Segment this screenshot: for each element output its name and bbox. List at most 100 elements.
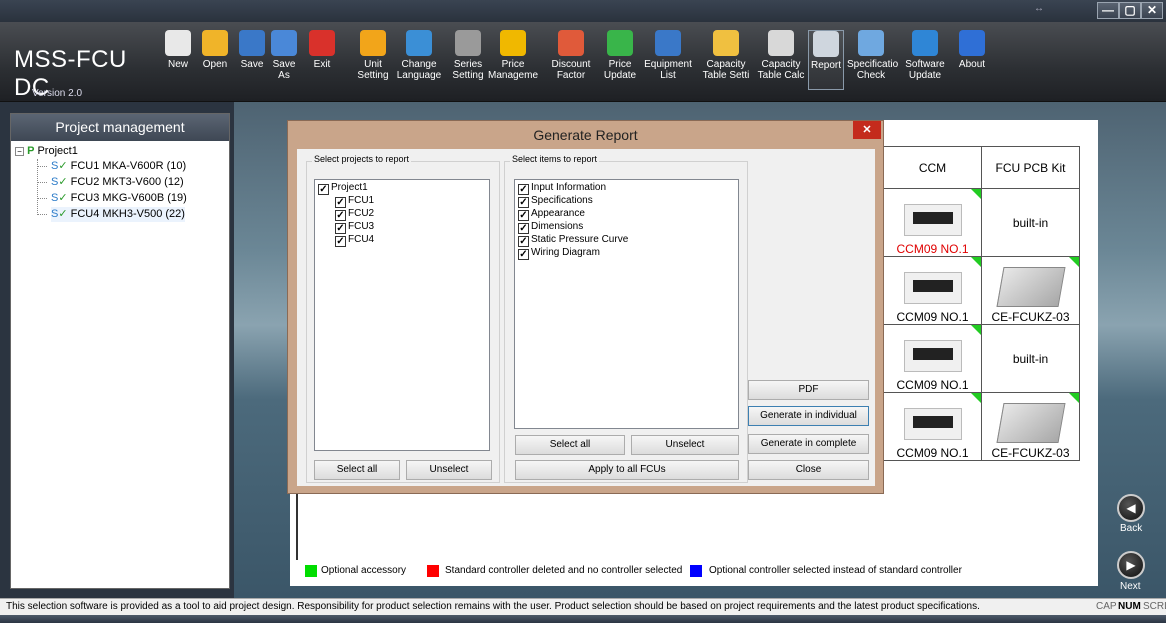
tree-item-fcu1[interactable]: S✓ FCU1 MKA-V600R (10) (51, 159, 186, 174)
toolbar-button-price-update[interactable]: Price Update (599, 30, 641, 90)
panel-divider (296, 490, 298, 560)
pencil-icon (360, 30, 386, 56)
ccm-cell[interactable]: CCM09 NO.1 (883, 392, 982, 461)
close-window-button[interactable]: ✕ (1141, 2, 1163, 19)
item-checkbox-specifications[interactable]: ✓ Specifications (518, 195, 593, 208)
items-unselect-button[interactable]: Unselect (631, 435, 739, 455)
toolbar-button-series-setting[interactable]: Series Setting (445, 30, 491, 90)
projects-list[interactable]: ✓ Project1 ✓ FCU1 ✓ FCU2 ✓ FCU3 ✓ FCU4 (314, 179, 490, 451)
ccm-cell[interactable]: CCM09 NO.1 (883, 188, 982, 257)
kit-cell[interactable]: CE-FCUKZ-03 (981, 256, 1080, 325)
maximize-button[interactable]: ▢ (1119, 2, 1141, 19)
discount-icon (558, 30, 584, 56)
tree-item-fcu4[interactable]: S✓ FCU4 MKH3-V500 (22) (51, 207, 185, 222)
checkbox-label: Wiring Diagram (531, 247, 600, 258)
toolbar-label: Factor (556, 70, 586, 81)
toolbar-label: As (278, 70, 290, 81)
item-checkbox-static-pressure-curve[interactable]: ✓ Static Pressure Curve (518, 234, 628, 247)
toolbar-button-price-manageme[interactable]: Price Manageme (486, 30, 540, 90)
checkbox-label: Specifications (531, 195, 593, 206)
checkbox-label: Dimensions (531, 221, 584, 232)
toolbar-button-save-as[interactable]: Save As (271, 30, 297, 90)
legend-swatch-green (305, 565, 317, 577)
legend-swatch-red (427, 565, 439, 577)
minimize-button[interactable]: — (1097, 2, 1119, 19)
tree-item-fcu2[interactable]: S✓ FCU2 MKT3-V600 (12) (51, 175, 184, 190)
toolbar-label: Table Setti (702, 70, 750, 81)
save-as-icon (271, 30, 297, 56)
ccm-controller-image (903, 272, 962, 304)
toolbar-button-exit[interactable]: Exit (307, 30, 337, 90)
projects-unselect-button[interactable]: Unselect (406, 460, 492, 480)
toolbar-button-unit-setting[interactable]: Unit Setting (351, 30, 395, 90)
checkbox-label: FCU3 (348, 221, 375, 232)
project-checkbox-fcu2[interactable]: ✓ FCU2 (335, 208, 374, 221)
generate-individual-button[interactable]: Generate in individual (748, 406, 869, 426)
toolbar-button-open[interactable]: Open (197, 30, 233, 90)
toolbar-button-change-language[interactable]: Change Language (392, 30, 446, 90)
ccm-cell[interactable]: CCM09 NO.1 (883, 256, 982, 325)
project-checkbox-fcu3[interactable]: ✓ FCU3 (335, 221, 374, 234)
kit-cell[interactable]: CE-FCUKZ-03 (981, 392, 1080, 461)
kit-cell[interactable]: built-in (981, 324, 1080, 393)
ccm-cell[interactable]: CCM09 NO.1 (883, 324, 982, 393)
project-checkbox-fcu4[interactable]: ✓ FCU4 (335, 234, 374, 247)
cap-indicator: CAP (1096, 601, 1117, 612)
back-icon[interactable]: ◀ (1117, 494, 1145, 522)
toolbar-label: Capacity (761, 59, 801, 70)
item-checkbox-input-information[interactable]: ✓ Input Information (518, 182, 606, 195)
item-checkbox-wiring-diagram[interactable]: ✓ Wiring Diagram (518, 247, 600, 260)
checkbox-checked-icon: ✓ (518, 197, 529, 208)
list-icon (655, 30, 681, 56)
toolbar-button-about[interactable]: About (955, 30, 989, 90)
tree-root-label: Project1 (37, 145, 78, 157)
status-bar: This selection software is provided as a… (0, 598, 1166, 615)
kit-cell[interactable]: built-in (981, 188, 1080, 257)
pcb-kit-image (995, 267, 1066, 307)
dialog-close-action-button[interactable]: Close (748, 460, 869, 480)
toolbar-label: Equipment (644, 59, 692, 70)
toolbar-button-discount-factor[interactable]: Discount Factor (544, 30, 598, 90)
legend-label: Optional controller selected instead of … (709, 565, 962, 576)
project-checkbox-project1[interactable]: ✓ Project1 (318, 182, 368, 195)
tree-item-fcu3[interactable]: S✓ FCU3 MKG-V600B (19) (51, 191, 187, 206)
toolbar-button-specificatio-check[interactable]: Specificatio Check (847, 30, 898, 90)
toolbar-label: Save (272, 59, 296, 70)
toolbar-button-equipment-list[interactable]: Equipment List (641, 30, 695, 90)
toolbar-button-capacity-tablecalc[interactable]: Capacity Table Calc (753, 30, 809, 90)
items-select-all-button[interactable]: Select all (515, 435, 625, 455)
toolbar-label: Price (608, 59, 632, 70)
table-header-fcu-pcb-kit: FCU PCB Kit (981, 146, 1080, 189)
brand: MSS-FCU DC Version 2.0 (8, 30, 156, 101)
scrl-indicator: SCRL (1143, 601, 1166, 612)
item-checkbox-dimensions[interactable]: ✓ Dimensions (518, 221, 583, 234)
toolbar-button-software-update[interactable]: Software Update (902, 30, 948, 90)
generate-complete-button[interactable]: Generate in complete (748, 434, 869, 454)
projects-select-all-button[interactable]: Select all (314, 460, 400, 480)
checkbox-checked-icon: ✓ (335, 197, 346, 208)
toolbar-button-save[interactable]: Save (237, 30, 267, 90)
apply-to-all-fcus-button[interactable]: Apply to all FCUs (515, 460, 739, 480)
app-version: Version 2.0 (32, 88, 83, 99)
software-update-icon (912, 30, 938, 56)
toolbar-button-report[interactable]: Report (808, 30, 844, 90)
ccm-label: CCM09 NO.1 (896, 310, 969, 324)
pdf-button[interactable]: PDF (748, 380, 869, 400)
tree-root[interactable]: − P Project1 (15, 144, 78, 159)
dialog-close-button[interactable]: ✕ (853, 121, 881, 139)
toolbar-label: Update (908, 70, 942, 81)
project-checkbox-fcu1[interactable]: ✓ FCU1 (335, 195, 374, 208)
collapse-icon[interactable]: − (15, 147, 24, 156)
toolbar-button-new[interactable]: New (163, 30, 193, 90)
toolbar-label: Table Calc (757, 70, 805, 81)
toolbar-label: Setting (452, 70, 484, 81)
tree-item-label: FCU4 MKH3-V500 (22) (70, 208, 185, 220)
next-icon[interactable]: ▶ (1117, 551, 1145, 579)
legend-label: Standard controller deleted and no contr… (445, 565, 683, 576)
toolbar-button-capacity-tablesetti[interactable]: Capacity Table Setti (698, 30, 754, 90)
table-row: CCM09 NO.1 CE-FCUKZ-03 (883, 256, 1080, 325)
toolbar-label: Exit (313, 59, 331, 70)
item-checkbox-appearance[interactable]: ✓ Appearance (518, 208, 585, 221)
items-list[interactable]: ✓ Input Information ✓ Specifications ✓ Appe… (514, 179, 739, 429)
legend-swatch-blue (690, 565, 702, 577)
